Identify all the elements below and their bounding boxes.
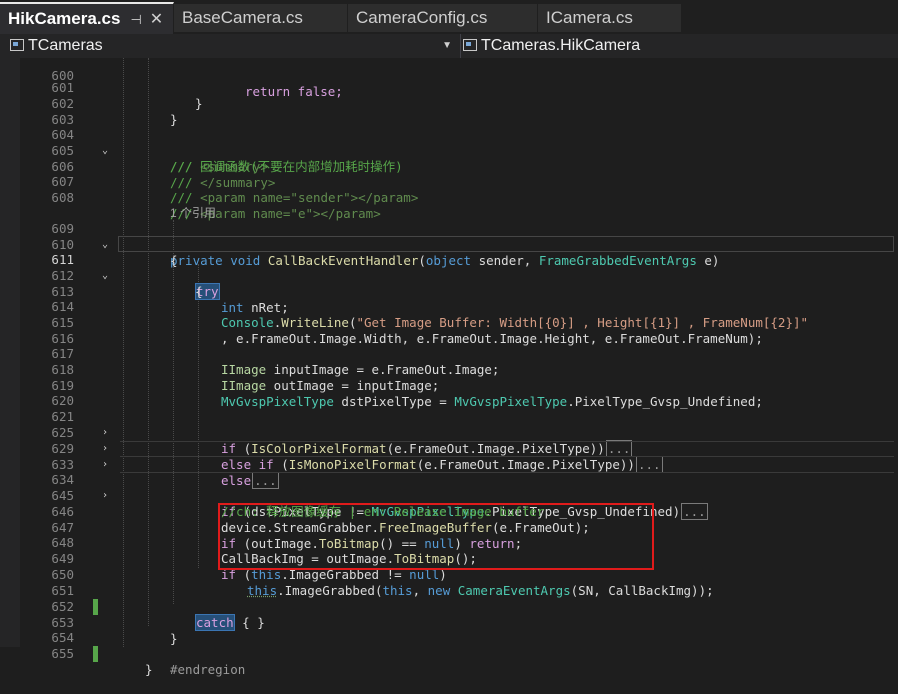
code-line: 653 } bbox=[51, 615, 178, 646]
tab-label: ICamera.cs bbox=[546, 8, 633, 27]
code-line: 618 IImage outImage = inputImage; bbox=[51, 362, 440, 393]
code-line: 606 /// </summary> bbox=[51, 159, 276, 190]
code-line: 634 › if (dstPixelType != MvGvspPixelTyp… bbox=[51, 472, 708, 520]
code-line: 619 MvGvspPixelType dstPixelType = MvGvs… bbox=[51, 378, 763, 409]
tab-hikcamera[interactable]: HikCamera.cs ⊣ ✕ bbox=[0, 2, 174, 34]
code-line: 625 › else if (IsMonoPixelFormat(e.Frame… bbox=[51, 425, 663, 473]
code-line: 607 /// <param name="sender"></param> bbox=[51, 174, 419, 205]
code-line: 616 bbox=[51, 331, 74, 346]
tab-label: CameraConfig.cs bbox=[356, 8, 488, 27]
code-line: 611 ⌄ try bbox=[51, 252, 220, 300]
code-line: 603 bbox=[51, 112, 74, 127]
code-line: 612 { bbox=[51, 268, 203, 299]
tab-label: HikCamera.cs bbox=[8, 9, 121, 28]
code-line: 645 //ch: 释放图像缓存 | en: Release image buf… bbox=[51, 488, 545, 519]
code-line: 654 #endregion bbox=[51, 630, 246, 677]
code-line: 633 bbox=[51, 457, 74, 472]
code-line: 620 bbox=[51, 393, 74, 408]
tab-basecamera[interactable]: BaseCamera.cs bbox=[174, 4, 348, 32]
code-line: 655 } bbox=[51, 646, 153, 677]
class-icon bbox=[463, 39, 477, 51]
code-line: 621 › if (IsColorPixelFormat(e.FrameOut.… bbox=[51, 409, 633, 457]
tab-icamera[interactable]: ICamera.cs bbox=[538, 4, 682, 32]
change-marker bbox=[93, 646, 98, 662]
code-line: 610 { bbox=[51, 237, 178, 268]
code-line: 609 ⌄ private void CallBackEventHandler(… bbox=[51, 221, 720, 268]
code-editor[interactable]: 600 return false; 601 } 602 } 603 604 ⌄ … bbox=[0, 58, 898, 677]
code-line: 615 , e.FrameOut.Image.Width, e.FrameOut… bbox=[51, 315, 763, 346]
code-line: 613 int nRet; bbox=[51, 284, 289, 315]
code-line: 604 ⌄ /// <summary> bbox=[51, 127, 268, 174]
tab-label: BaseCamera.cs bbox=[182, 8, 303, 27]
code-line: 601 } bbox=[51, 80, 203, 111]
tab-cameraconfig[interactable]: CameraConfig.cs bbox=[348, 4, 538, 32]
close-icon[interactable]: ✕ bbox=[150, 11, 163, 28]
code-line: 617 IImage inputImage = e.FrameOut.Image… bbox=[51, 346, 500, 377]
code-line: 608 /// <param name="e"></param> bbox=[51, 190, 381, 221]
code-line: 605 /// 回调函数(不要在内部增加耗时操作) bbox=[51, 143, 403, 174]
annotation-highlight-box bbox=[218, 503, 654, 570]
code-line: 652 catch { } bbox=[51, 599, 265, 631]
code-line: 646 device.StreamGrabber.FreeImageBuffer… bbox=[51, 504, 590, 535]
code-line: 602 } bbox=[51, 96, 178, 127]
class-icon bbox=[10, 39, 24, 51]
document-tab-bar: HikCamera.cs ⊣ ✕ BaseCamera.cs CameraConfi… bbox=[0, 0, 898, 36]
pin-icon[interactable]: ⊣ bbox=[130, 12, 141, 27]
code-line: 629 › else... bbox=[51, 441, 279, 489]
code-line: 614 Console.WriteLine("Get Image Buffer:… bbox=[51, 299, 809, 330]
codelens-line: 1 个引用 bbox=[0, 189, 898, 220]
